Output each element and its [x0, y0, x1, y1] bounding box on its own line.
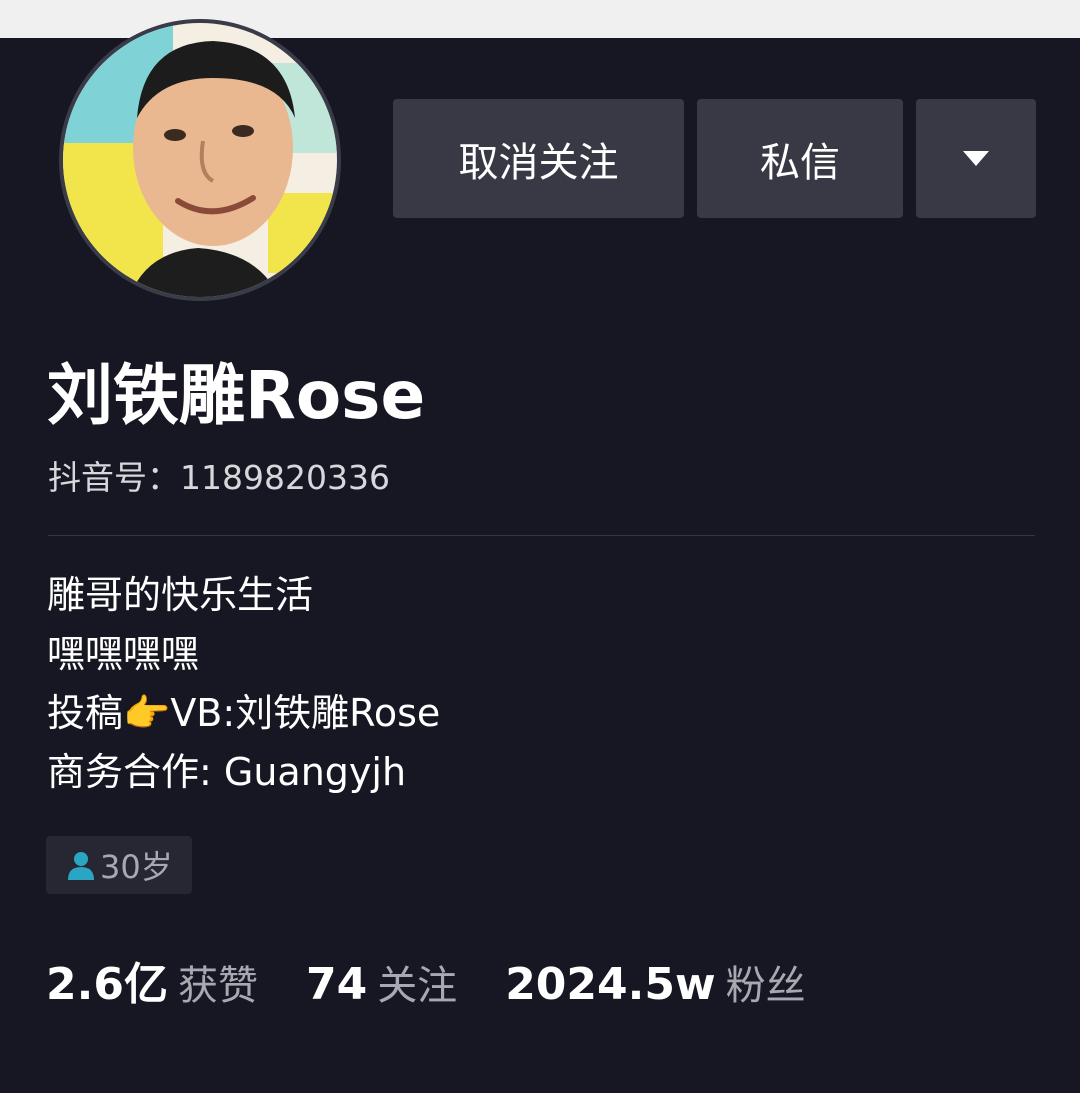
more-options-button[interactable]: [916, 99, 1036, 218]
stat-label: 关注: [377, 963, 458, 1009]
stat-label: 获赞: [177, 963, 258, 1009]
dropdown-triangle-icon: [963, 151, 989, 166]
douyin-id: 抖音号：1189820336: [48, 458, 390, 497]
person-icon: [68, 852, 94, 880]
bio-line: 投稿👉VB:刘铁雕Rose: [47, 691, 441, 735]
avatar[interactable]: [59, 19, 341, 301]
divider: [48, 535, 1035, 536]
age-tag: 30岁: [46, 836, 192, 894]
stat-likes: 2.6亿 获赞: [46, 948, 258, 1012]
age-text: 30岁: [100, 848, 173, 886]
stat-value: 2024.5w: [505, 959, 716, 1010]
message-label: 私信: [760, 139, 840, 186]
stats-row: 2.6亿 获赞 74 关注 2024.5w 粉丝: [46, 948, 854, 1012]
message-button[interactable]: 私信: [697, 99, 903, 218]
stat-following[interactable]: 74 关注: [306, 953, 457, 1011]
bio-line: 嘿嘿嘿嘿: [47, 632, 200, 676]
unfollow-button[interactable]: 取消关注: [393, 99, 684, 218]
stat-value: 74: [305, 959, 368, 1010]
stat-label: 粉丝: [725, 963, 806, 1009]
unfollow-label: 取消关注: [458, 139, 619, 186]
stat-value: 2.6亿: [46, 959, 168, 1010]
stat-followers[interactable]: 2024.5w 粉丝: [505, 953, 805, 1011]
bio: 雕哥的快乐生活 嘿嘿嘿嘿 投稿👉VB:刘铁雕Rose 商务合作: Guangyj…: [47, 566, 440, 802]
bio-line: 雕哥的快乐生活: [47, 573, 314, 617]
profile-name: 刘铁雕Rose: [47, 357, 426, 434]
bio-line: 商务合作: Guangyjh: [47, 750, 407, 794]
